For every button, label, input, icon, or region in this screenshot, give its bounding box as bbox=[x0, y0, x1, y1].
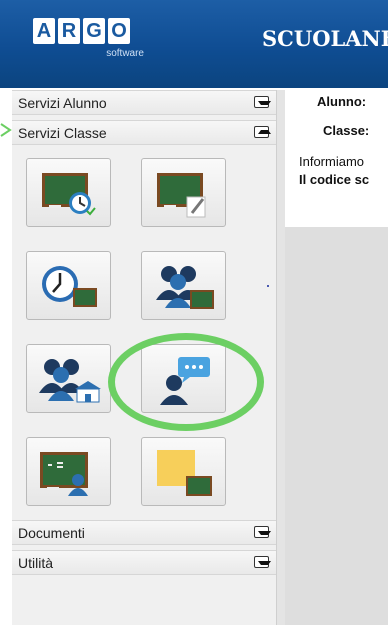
tile-blackboard-pencil[interactable] bbox=[141, 158, 226, 227]
argo-logo[interactable]: A R G O software bbox=[33, 18, 152, 62]
expand-icon[interactable] bbox=[254, 526, 271, 538]
logo-letter: R bbox=[58, 18, 80, 44]
sidebar-splitter[interactable] bbox=[276, 90, 285, 625]
student-info-panel: Alunno: Classe: Informiamo Il codice sc bbox=[285, 90, 388, 227]
app-header: A R G O software SCUOLANE bbox=[0, 0, 388, 88]
expand-icon[interactable] bbox=[254, 96, 271, 108]
tile-teacher-chat[interactable] bbox=[141, 344, 226, 413]
brand-title: SCUOLANE bbox=[262, 26, 388, 51]
logo-letter: A bbox=[33, 18, 55, 44]
section-servizi-classe[interactable]: Servizi Classe bbox=[12, 120, 276, 145]
teacher-chat-icon bbox=[160, 357, 210, 405]
logo-letters: A R G O bbox=[33, 18, 133, 44]
note-blackboard-icon bbox=[157, 450, 212, 496]
logo-subtitle: software bbox=[106, 48, 144, 59]
section-label: Servizi Alunno bbox=[18, 95, 107, 111]
section-label: Servizi Classe bbox=[18, 125, 107, 141]
sidebar: Servizi Alunno Servizi Classe Documenti … bbox=[12, 90, 277, 625]
section-documenti[interactable]: Documenti bbox=[12, 520, 276, 545]
logo-letter: G bbox=[83, 18, 105, 44]
arrow-pointer-icon bbox=[0, 123, 12, 137]
expand-icon[interactable] bbox=[254, 556, 271, 568]
blackboard-clock-icon bbox=[42, 173, 96, 216]
classe-label: Classe: bbox=[323, 123, 370, 138]
students-school-icon bbox=[39, 359, 101, 403]
blackboard-pencil-icon bbox=[157, 173, 206, 218]
tile-clock-blackboard[interactable] bbox=[26, 251, 111, 320]
section-label: Utilità bbox=[18, 555, 54, 571]
tile-students-school[interactable] bbox=[26, 344, 111, 413]
logo-letter: O bbox=[108, 18, 130, 44]
students-blackboard-icon bbox=[156, 266, 214, 309]
section-servizi-alunno[interactable]: Servizi Alunno bbox=[12, 90, 276, 115]
section-label: Documenti bbox=[18, 525, 85, 541]
clock-blackboard-icon bbox=[42, 266, 97, 307]
alunno-label: Alunno: bbox=[317, 94, 367, 109]
section-utilita[interactable]: Utilità bbox=[12, 550, 276, 575]
tile-students-blackboard[interactable] bbox=[141, 251, 226, 320]
info-text: Informiamo bbox=[299, 154, 365, 169]
code-text: Il codice sc bbox=[299, 172, 370, 187]
dot-marker bbox=[267, 285, 269, 287]
main-panel: Alunno: Classe: Informiamo Il codice sc bbox=[285, 90, 388, 625]
tile-blackboard-clock[interactable] bbox=[26, 158, 111, 227]
tile-note-blackboard[interactable] bbox=[141, 437, 226, 506]
math-blackboard-icon bbox=[40, 452, 88, 496]
tile-math-blackboard[interactable] bbox=[26, 437, 111, 506]
collapse-icon[interactable] bbox=[254, 126, 271, 138]
